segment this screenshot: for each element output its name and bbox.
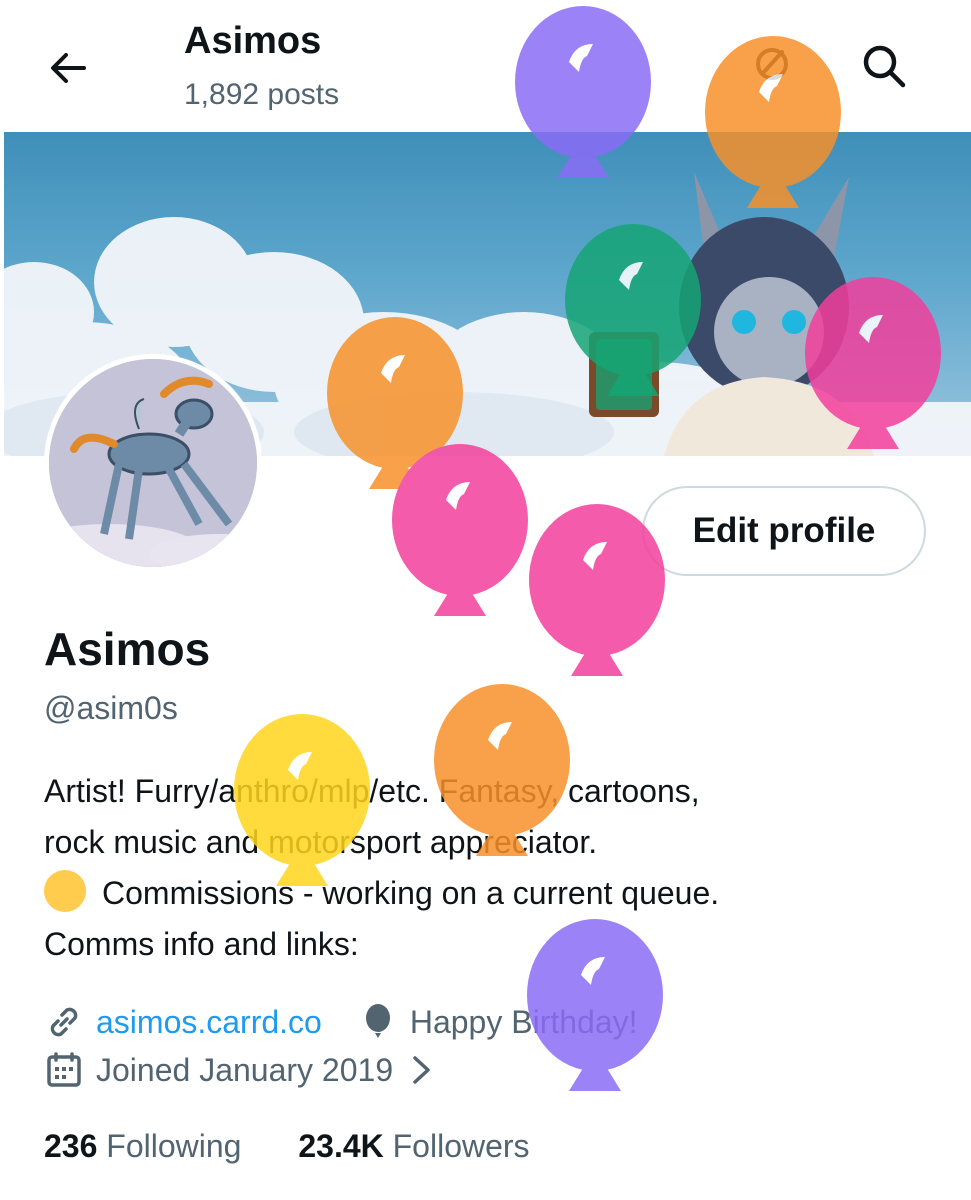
- balloon-yellow-icon: [234, 714, 370, 886]
- balloon-purple-icon: [527, 919, 663, 1091]
- balloon-purple-icon: [515, 6, 651, 178]
- balloons-overlay: [234, 6, 941, 1091]
- balloon-orange-icon: [705, 36, 841, 208]
- balloon-pink-icon: [529, 504, 665, 676]
- balloon-orange-icon: [434, 684, 570, 856]
- balloon-green-icon: [565, 224, 701, 396]
- balloon-pink-icon: [805, 277, 941, 449]
- balloon-pink-icon: [392, 444, 528, 616]
